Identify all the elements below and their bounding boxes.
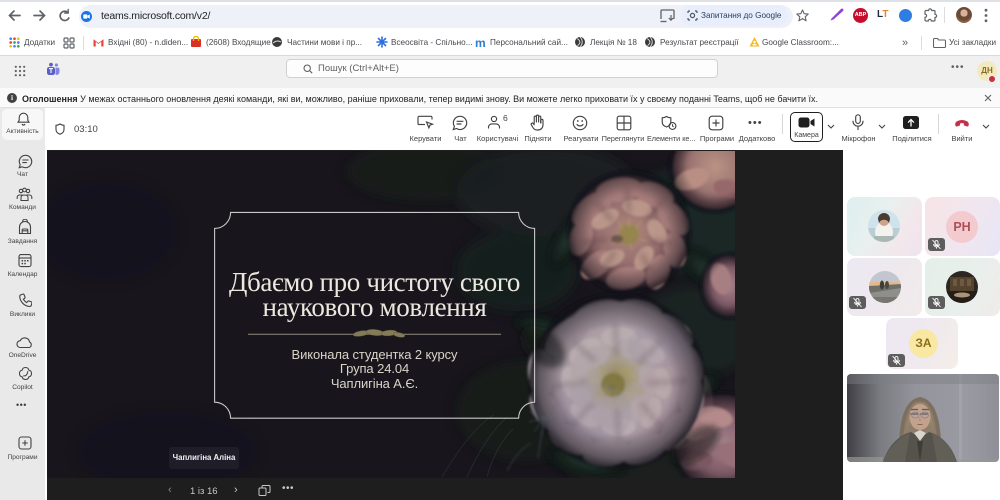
- svg-text:6: 6: [503, 114, 508, 123]
